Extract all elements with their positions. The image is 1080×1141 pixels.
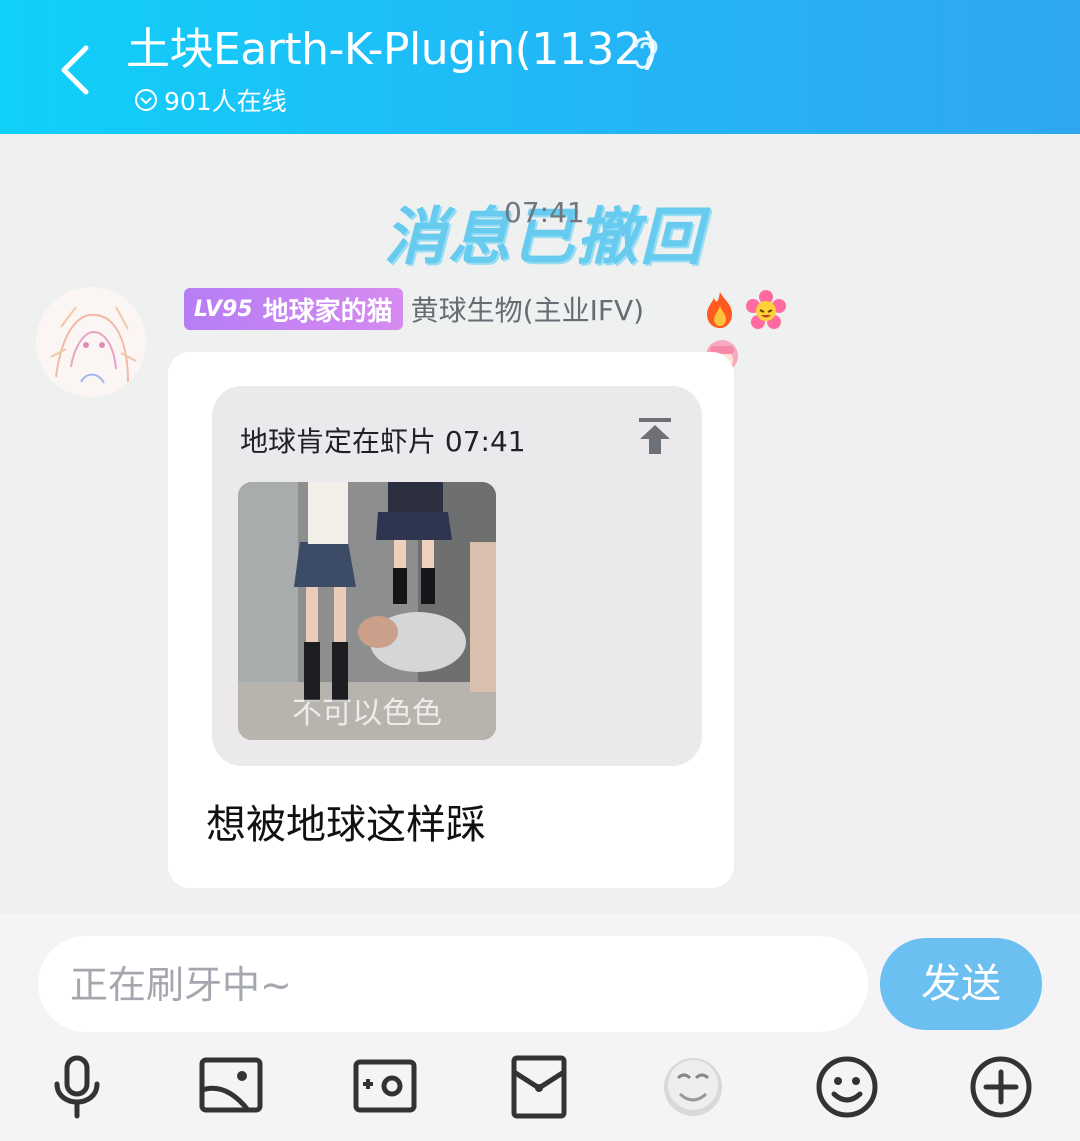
title-tag-label: 地球家的猫 bbox=[262, 296, 393, 327]
online-count[interactable]: 901人在线 bbox=[134, 82, 287, 118]
send-button[interactable]: 发送 bbox=[880, 938, 1042, 1030]
camera-icon[interactable] bbox=[350, 1052, 420, 1122]
group-title[interactable]: 土块Earth-K-Plugin(1132) bbox=[126, 20, 658, 80]
quoted-image[interactable]: 不可以色色 bbox=[238, 482, 496, 740]
quoted-message[interactable]: 地球肯定在虾片 07:41 不可以色色 bbox=[212, 386, 702, 766]
avatar[interactable] bbox=[36, 287, 146, 397]
red-packet-icon[interactable] bbox=[504, 1052, 574, 1122]
message-bubble[interactable]: 地球肯定在虾片 07:41 不可以色色 想被地球这样踩 bbox=[168, 352, 734, 888]
sticker-icon[interactable] bbox=[658, 1052, 728, 1122]
message-text: 想被地球这样踩 bbox=[206, 802, 486, 848]
ear-icon[interactable] bbox=[626, 30, 666, 72]
plus-icon[interactable] bbox=[966, 1052, 1036, 1122]
fire-badge-icon[interactable] bbox=[702, 290, 738, 330]
online-label: 901人在线 bbox=[164, 87, 287, 116]
message-input[interactable] bbox=[68, 956, 832, 1014]
sender-name[interactable]: 黄球生物(主业IFV) bbox=[411, 289, 644, 329]
level-tag: LV95 地球家的猫 bbox=[184, 288, 403, 330]
timestamp: 07:41 bbox=[504, 196, 585, 229]
jump-to-top-icon[interactable] bbox=[636, 416, 674, 456]
image-icon[interactable] bbox=[196, 1052, 266, 1122]
emoji-icon[interactable] bbox=[812, 1052, 882, 1122]
message-input-container[interactable] bbox=[38, 936, 868, 1032]
mic-icon[interactable] bbox=[42, 1052, 112, 1122]
quote-header: 地球肯定在虾片 07:41 bbox=[240, 425, 526, 458]
composer: 发送 bbox=[0, 914, 1080, 1141]
back-icon[interactable] bbox=[52, 40, 102, 96]
image-caption: 不可以色色 bbox=[292, 696, 442, 731]
chat-header: 土块Earth-K-Plugin(1132) 901人在线 bbox=[0, 0, 1080, 134]
flower-badge-icon[interactable] bbox=[746, 290, 786, 330]
sender-row: LV95 地球家的猫 黄球生物(主业IFV) bbox=[184, 288, 644, 330]
online-icon bbox=[135, 89, 157, 111]
level-label: LV95 bbox=[194, 296, 253, 322]
